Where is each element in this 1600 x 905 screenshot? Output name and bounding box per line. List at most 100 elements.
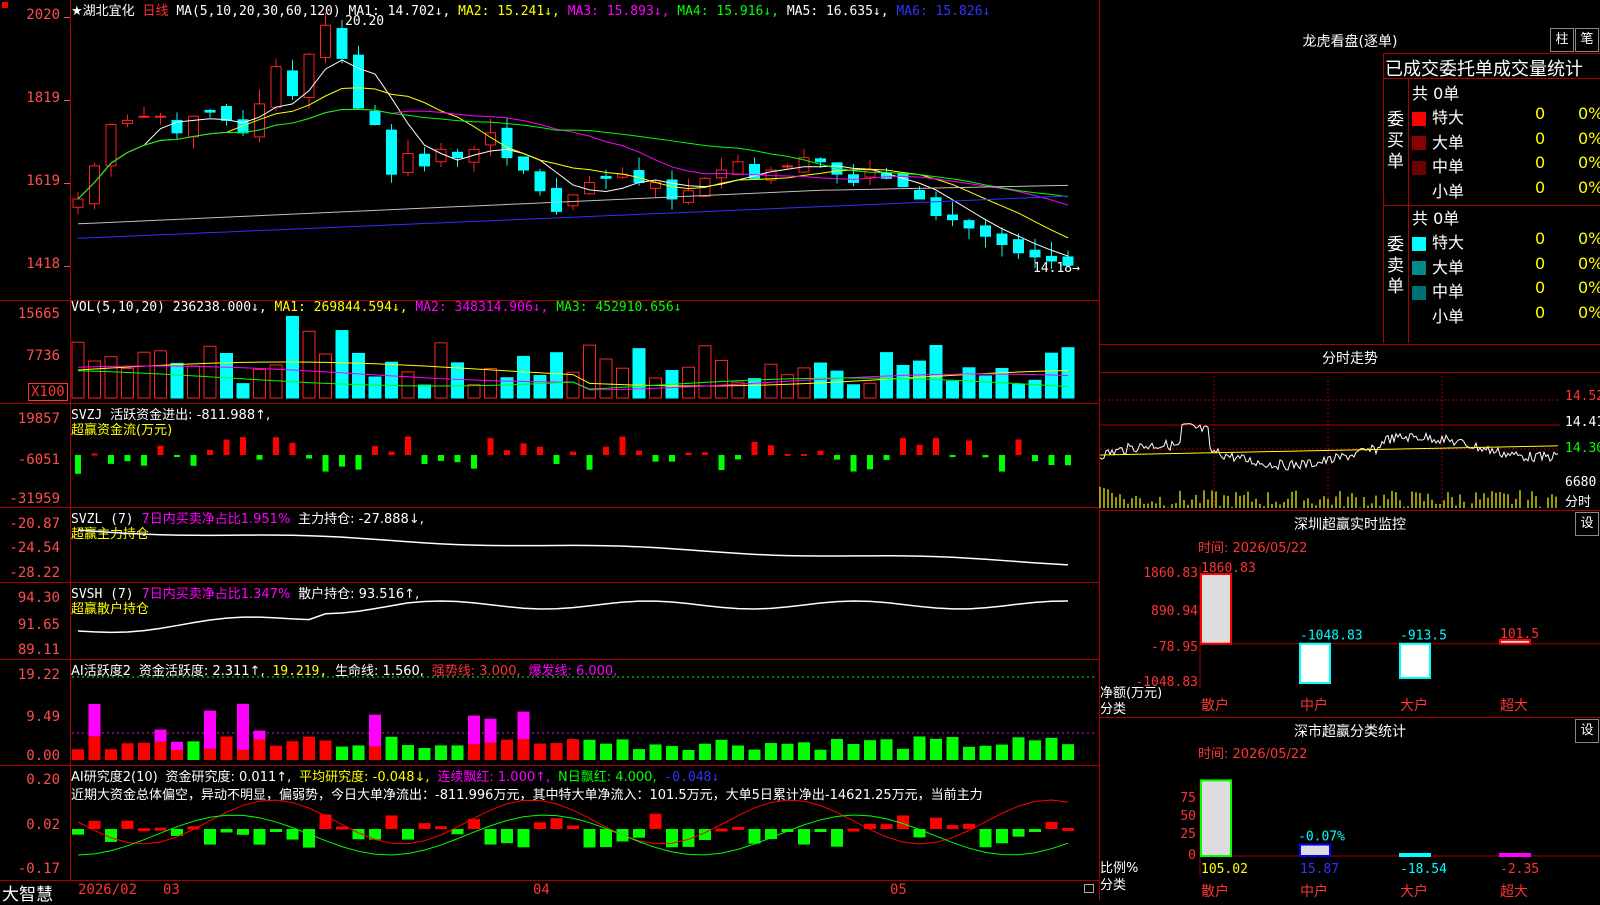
research-bar bbox=[880, 824, 893, 829]
flow-bar bbox=[504, 450, 510, 455]
flow-bar bbox=[339, 455, 345, 467]
flow-bar bbox=[702, 452, 708, 455]
activity-burst-bar bbox=[171, 741, 183, 750]
research-bar bbox=[319, 814, 332, 829]
sm-stats-chart[interactable]: 105.02 散户 15.87 -0.07% 中户 -18.54 大户 -2.35 超大 bbox=[1100, 0, 1600, 900]
research-bar bbox=[996, 829, 1008, 844]
activity-bar bbox=[781, 743, 794, 760]
flow-bar bbox=[669, 455, 675, 462]
flow-bar bbox=[652, 455, 659, 462]
activity-bar bbox=[798, 742, 810, 760]
activity-bar bbox=[303, 736, 315, 760]
research-bar bbox=[1012, 829, 1025, 837]
activity-bar bbox=[616, 739, 629, 760]
sm-bar-extra: -0.07% bbox=[1298, 830, 1345, 845]
flow-bar bbox=[405, 436, 411, 455]
flow-bar bbox=[1015, 439, 1022, 455]
flow-bar bbox=[355, 455, 362, 470]
research-bar bbox=[220, 829, 233, 833]
flow-bar bbox=[174, 455, 180, 457]
flow-bar bbox=[1032, 455, 1038, 462]
activity-bar bbox=[402, 745, 414, 760]
flow-bar bbox=[108, 455, 114, 464]
flow-bar bbox=[520, 443, 527, 455]
kline-chart-area[interactable]: ★湖北宜化 日线 MA(5,10,20,30,60,120) MA1: 14.7… bbox=[0, 0, 1100, 905]
flow-bar bbox=[471, 455, 477, 469]
activity-bar bbox=[715, 739, 728, 760]
flow-bar bbox=[256, 455, 263, 460]
activity-bar bbox=[600, 743, 612, 760]
right-panel: 龙虎看盘(逐单) 柱 笔 已成交委托单成交量统计 委买单 共 0单 委卖单 共 … bbox=[1099, 0, 1600, 900]
sm-category-label: 超大 bbox=[1500, 884, 1528, 900]
activity-burst-bar bbox=[517, 711, 530, 740]
flow-bar bbox=[438, 455, 444, 461]
research-bar bbox=[583, 829, 596, 848]
flow-bar bbox=[1048, 455, 1055, 466]
research-bar bbox=[1029, 829, 1041, 832]
flow-bar bbox=[784, 453, 791, 456]
flow-bar bbox=[982, 455, 989, 458]
activity-bar bbox=[765, 743, 777, 760]
indicator-charts[interactable] bbox=[0, 0, 1100, 900]
research-bar bbox=[303, 829, 315, 848]
flow-bar bbox=[157, 445, 164, 455]
activity-bar bbox=[352, 745, 365, 760]
research-bar bbox=[567, 825, 579, 829]
activity-bar bbox=[154, 741, 167, 760]
activity-bar bbox=[72, 749, 84, 760]
activity-bar bbox=[930, 738, 942, 760]
activity-bar bbox=[253, 739, 266, 760]
research-bar bbox=[154, 827, 167, 831]
research-bar bbox=[418, 823, 431, 829]
research-bar bbox=[385, 815, 398, 829]
sm-bar bbox=[1200, 779, 1232, 858]
flow-bar bbox=[751, 441, 758, 455]
activity-bar bbox=[996, 744, 1008, 760]
flow-bar bbox=[883, 455, 890, 460]
activity-bar bbox=[336, 746, 348, 760]
sm-category-label: 中户 bbox=[1300, 883, 1328, 900]
activity-bar bbox=[666, 746, 678, 760]
activity-bar bbox=[468, 744, 480, 760]
sm-bar-value: -18.54 bbox=[1400, 862, 1447, 877]
flow-bar bbox=[685, 452, 692, 455]
activity-bar bbox=[1062, 744, 1074, 760]
activity-bar bbox=[88, 736, 101, 760]
flow-bar bbox=[124, 455, 131, 462]
activity-bar bbox=[138, 742, 150, 760]
research-bar bbox=[831, 829, 843, 847]
flow-bar bbox=[636, 450, 642, 455]
flow-bar bbox=[421, 455, 428, 464]
activity-burst-bar bbox=[369, 714, 381, 747]
activity-bar bbox=[732, 745, 744, 760]
activity-bar bbox=[550, 743, 563, 760]
flow-bar bbox=[850, 455, 857, 472]
research-line bbox=[77, 799, 1069, 845]
flow-bar bbox=[553, 455, 560, 464]
research-bar bbox=[88, 820, 101, 829]
flow-bar bbox=[619, 436, 626, 455]
activity-bar bbox=[864, 740, 876, 760]
activity-bar bbox=[633, 749, 645, 760]
activity-bar bbox=[946, 736, 959, 760]
flow-bar bbox=[240, 437, 246, 455]
research-bar bbox=[237, 829, 249, 835]
activity-bar bbox=[748, 749, 761, 760]
flow-bar bbox=[817, 450, 824, 455]
activity-bar bbox=[220, 736, 233, 760]
activity-bar bbox=[501, 739, 513, 760]
activity-bar bbox=[451, 745, 464, 760]
research-bar bbox=[649, 813, 662, 829]
activity-bar bbox=[121, 743, 134, 760]
research-bar bbox=[270, 829, 282, 832]
activity-bar bbox=[270, 745, 282, 760]
research-bar bbox=[501, 829, 513, 844]
flow-bar bbox=[900, 438, 906, 455]
flow-bar bbox=[223, 439, 230, 455]
flow-bar bbox=[768, 445, 774, 455]
research-bar bbox=[435, 826, 447, 830]
flow-bar bbox=[75, 455, 81, 474]
flow-bar bbox=[735, 455, 741, 460]
research-bar bbox=[204, 829, 216, 845]
sm-category-label: 散户 bbox=[1201, 883, 1229, 900]
